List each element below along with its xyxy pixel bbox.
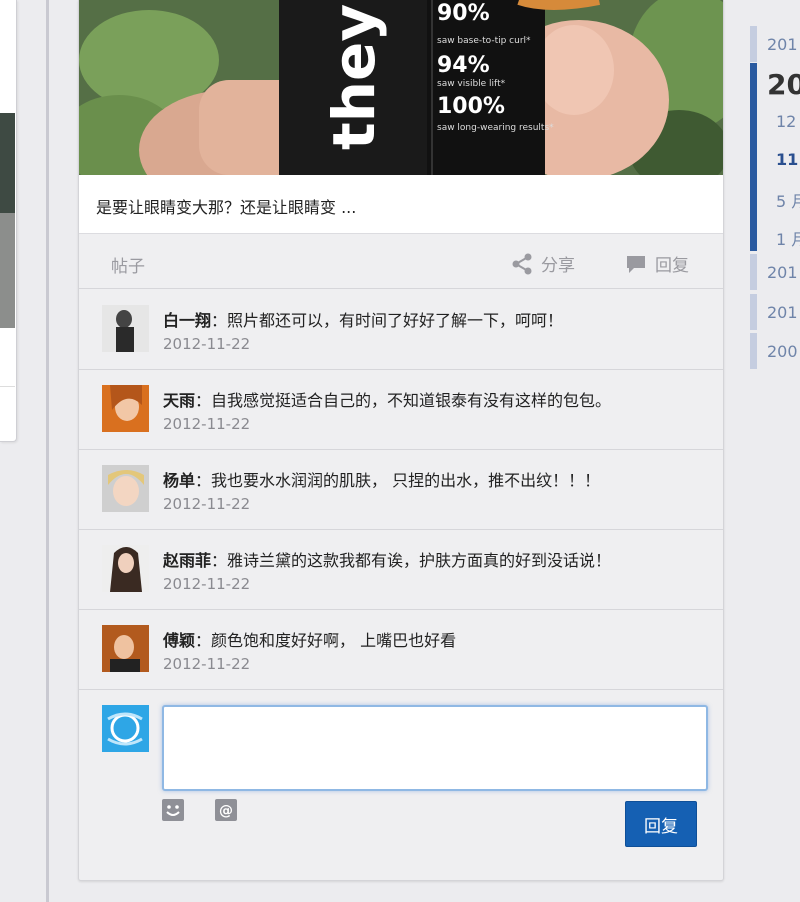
year-item[interactable]: 201 — [750, 26, 800, 62]
comment-text: ：颜色饱和度好好啊， 上嘴巴也好看 — [195, 631, 457, 650]
reply-label: 回复 — [655, 256, 689, 276]
comment-item: 杨单：我也要水水润润的肌肤， 只捏的出水，推不出纹！！！ 2012-11-22 — [79, 450, 723, 530]
comment-text: ：雅诗兰黛的这款我都有诶，护肤方面真的好到没话说！ — [211, 551, 612, 570]
comment-author[interactable]: 傅颖 — [163, 631, 195, 650]
comment-icon — [627, 255, 645, 273]
timeline-rail — [46, 0, 49, 902]
reply-input[interactable] — [162, 705, 708, 791]
caption-text: 是要让眼睛变大那？还是让眼睛变 ... — [96, 198, 357, 217]
avatar[interactable] — [102, 625, 149, 672]
post-photo[interactable]: they're 90% saw base-to-tip curl* 94% sa… — [79, 0, 723, 175]
post-caption: 是要让眼睛变大那？还是让眼睛变 ... — [79, 175, 723, 234]
comment-text: ：我也要水水润润的肌肤， 只捏的出水，推不出纹！！！ — [195, 471, 601, 490]
reply-composer: @ 回复 — [79, 689, 723, 879]
year-label: 201 — [767, 303, 798, 322]
year-item[interactable]: 201 — [750, 254, 800, 290]
year-item[interactable]: 200 — [750, 333, 800, 369]
year-label: 201 — [767, 263, 798, 282]
photo-stat-3-desc: saw long-wearing results* — [437, 123, 554, 133]
share-button[interactable]: 分享 — [511, 251, 575, 276]
reply-button[interactable]: 回复 — [625, 251, 689, 276]
previous-post-photo[interactable] — [0, 113, 15, 328]
avatar[interactable] — [102, 545, 149, 592]
svg-text:@: @ — [219, 803, 233, 819]
emoji-icon[interactable] — [162, 799, 184, 821]
share-label: 分享 — [541, 256, 575, 276]
avatar[interactable] — [102, 305, 149, 352]
divider — [0, 386, 15, 387]
photo-stat-1-desc: saw base-to-tip curl* — [437, 36, 531, 46]
month-item-current[interactable]: 11 — [776, 150, 798, 169]
previous-post-card — [0, 0, 17, 442]
active-year-bar — [750, 63, 757, 251]
comment-author[interactable]: 天雨 — [163, 391, 195, 410]
photo-stat-3: 100% — [437, 94, 505, 119]
photo-stat-2: 94% — [437, 53, 490, 78]
comment-author[interactable]: 白一翔 — [163, 311, 211, 330]
post-actions-bar: 帖子 分享 回复 — [79, 234, 723, 289]
comment-date: 2012-11-22 — [163, 335, 251, 353]
comment-author[interactable]: 赵雨菲 — [163, 551, 211, 570]
comment-date: 2012-11-22 — [163, 415, 251, 433]
year-item[interactable]: 201 — [750, 294, 800, 330]
comment-item: 白一翔：照片都还可以，有时间了好好了解一下，呵呵！ 2012-11-22 — [79, 290, 723, 370]
month-item[interactable]: 12 — [776, 112, 796, 131]
avatar[interactable] — [102, 385, 149, 432]
comment-text: ：照片都还可以，有时间了好好了解一下，呵呵！ — [211, 311, 564, 330]
year-label: 201 — [767, 35, 798, 54]
comment-text: ：自我感觉挺适合自己的，不知道银泰有没有这样的包包。 — [195, 391, 612, 410]
month-item[interactable]: 1 月 — [776, 226, 800, 250]
comment-date: 2012-11-22 — [163, 495, 251, 513]
comment-date: 2012-11-22 — [163, 655, 251, 673]
post-card: they're 90% saw base-to-tip curl* 94% sa… — [78, 0, 724, 881]
my-avatar[interactable] — [102, 705, 149, 752]
photo-stat-1: 90% — [437, 1, 490, 26]
year-label: 200 — [767, 342, 798, 361]
submit-reply-button[interactable]: 回复 — [625, 801, 697, 847]
comment-item: 傅颖：颜色饱和度好好啊， 上嘴巴也好看 2012-11-22 — [79, 610, 723, 690]
share-icon — [512, 253, 532, 274]
photo-stat-2-desc: saw visible lift* — [437, 79, 506, 89]
comment-item: 赵雨菲：雅诗兰黛的这款我都有诶，护肤方面真的好到没话说！ 2012-11-22 — [79, 530, 723, 610]
avatar[interactable] — [102, 465, 149, 512]
month-item[interactable]: 5 月 — [776, 188, 800, 212]
current-year[interactable]: 20 — [767, 68, 800, 101]
photo-brand-text: they're — [320, 0, 388, 150]
mention-icon[interactable]: @ — [215, 799, 237, 821]
comment-date: 2012-11-22 — [163, 575, 251, 593]
comment-author[interactable]: 杨单 — [163, 471, 195, 490]
comment-item: 天雨：自我感觉挺适合自己的，不知道银泰有没有这样的包包。 2012-11-22 — [79, 370, 723, 450]
posts-link[interactable]: 帖子 — [111, 252, 145, 277]
